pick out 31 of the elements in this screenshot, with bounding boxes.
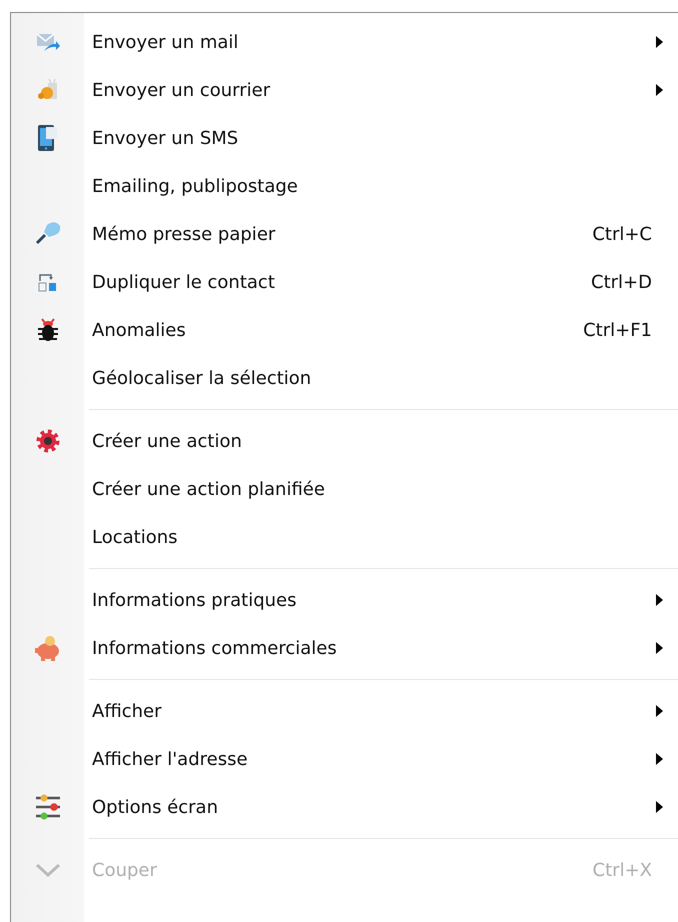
submenu-arrow-icon bbox=[656, 594, 663, 606]
menu-item[interactable]: Mémo presse papier Ctrl+C bbox=[11, 210, 678, 258]
snail-icon bbox=[36, 78, 60, 102]
phone-icon bbox=[36, 124, 58, 152]
menu-item[interactable]: Locations bbox=[11, 513, 678, 561]
menu-item[interactable]: Informations commerciales bbox=[11, 624, 678, 672]
submenu-arrow-icon bbox=[656, 84, 663, 96]
menu-item[interactable]: Options écran bbox=[11, 783, 678, 831]
menu-item[interactable]: Envoyer un mail bbox=[11, 18, 678, 66]
menu-item[interactable]: Géolocaliser la sélection bbox=[11, 354, 678, 402]
menu-item[interactable]: Créer une action planifiée bbox=[11, 465, 678, 513]
sliders-icon bbox=[34, 794, 62, 820]
submenu-arrow-icon bbox=[656, 753, 663, 765]
menu-item[interactable]: Envoyer un SMS bbox=[11, 114, 678, 162]
menu-item[interactable]: Envoyer un courrier bbox=[11, 66, 678, 114]
envelope-arrow-icon bbox=[36, 31, 60, 53]
pushpin-icon bbox=[34, 221, 60, 247]
duplicate-icon bbox=[36, 272, 58, 292]
gear-icon bbox=[34, 427, 62, 455]
submenu-arrow-icon bbox=[656, 705, 663, 717]
menu-item[interactable]: Informations pratiques bbox=[11, 576, 678, 624]
menu-item[interactable]: Afficher bbox=[11, 687, 678, 735]
menu-item[interactable]: Dupliquer le contact Ctrl+D bbox=[11, 258, 678, 306]
submenu-arrow-icon bbox=[656, 36, 663, 48]
bug-icon bbox=[36, 317, 60, 343]
submenu-arrow-icon bbox=[656, 801, 663, 813]
menu-item[interactable]: Anomalies Ctrl+F1 bbox=[11, 306, 678, 354]
menu-item[interactable]: Afficher l'adresse bbox=[11, 735, 678, 783]
menu-item[interactable]: Créer une action bbox=[11, 417, 678, 465]
submenu-arrow-icon bbox=[656, 642, 663, 654]
menu-item[interactable]: Emailing, publipostage bbox=[11, 162, 678, 210]
